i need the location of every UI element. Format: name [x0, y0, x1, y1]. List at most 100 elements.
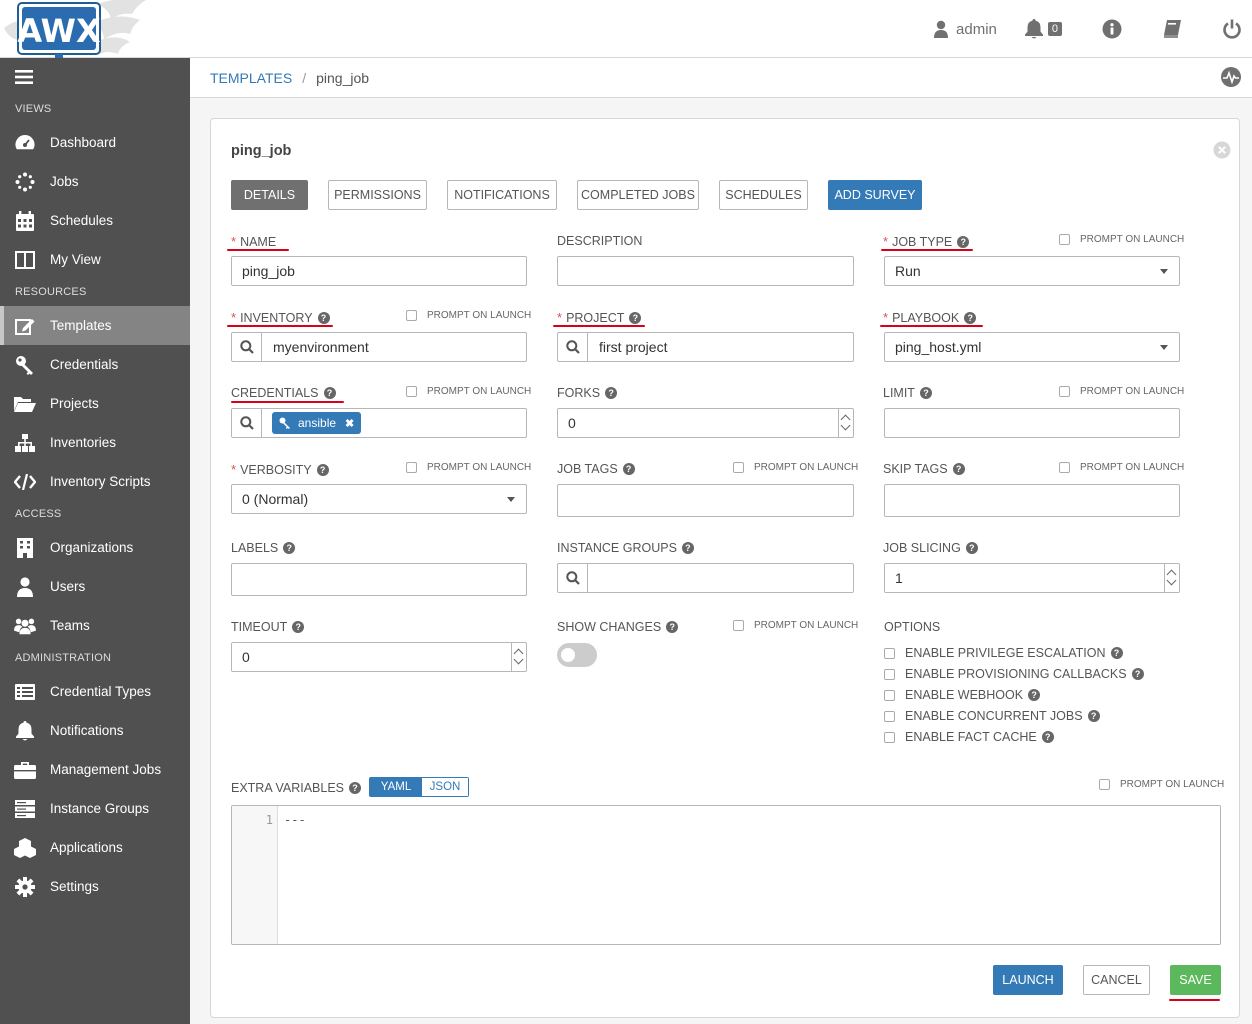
forks-spinner[interactable]	[838, 409, 853, 437]
project-lookup[interactable]: first project	[557, 332, 854, 362]
save-button[interactable]: SAVE	[1170, 965, 1221, 995]
job-tags-input[interactable]	[557, 484, 854, 517]
sidebar-item-projects[interactable]: Projects	[0, 384, 190, 423]
verbosity-select[interactable]: 0 (Normal)	[231, 484, 527, 514]
sidebar-item-teams[interactable]: Teams	[0, 606, 190, 645]
sidebar-section-resources: RESOURCES	[15, 286, 87, 298]
inventory-lookup[interactable]: myenvironment	[231, 332, 527, 362]
timeout-input[interactable]: 0	[231, 642, 527, 672]
sidebar-item-organizations[interactable]: Organizations	[0, 528, 190, 567]
sidebar-item-credential-types[interactable]: Credential Types	[0, 672, 190, 711]
credentials-prompt-on-launch[interactable]: PROMPT ON LAUNCH	[406, 386, 531, 397]
tab-permissions[interactable]: PERMISSIONS	[328, 180, 427, 210]
notifications-button[interactable]: 0	[1024, 19, 1062, 39]
awx-logo[interactable]: AWX	[0, 0, 150, 58]
playbook-select[interactable]: ping_host.yml	[884, 332, 1180, 362]
documentation-button[interactable]	[1162, 19, 1182, 39]
search-icon[interactable]	[558, 564, 588, 592]
show-changes-label: SHOW CHANGES?	[557, 620, 679, 634]
sidebar-item-inventory-scripts[interactable]: Inventory Scripts	[0, 462, 190, 501]
annotation-underline	[880, 325, 983, 327]
sidebar-item-label: My View	[50, 252, 101, 267]
yaml-mode-button[interactable]: YAML	[370, 778, 422, 796]
option-privilege-escalation[interactable]: ENABLE PRIVILEGE ESCALATION?	[884, 646, 1123, 660]
sidebar-item-credentials[interactable]: Credentials	[0, 345, 190, 384]
show-changes-prompt-on-launch[interactable]: PROMPT ON LAUNCH	[733, 620, 858, 631]
sidebar-item-label: Credentials	[50, 357, 119, 372]
search-icon[interactable]	[558, 333, 588, 361]
sidebar-item-templates[interactable]: Templates	[0, 306, 190, 345]
sidebar-item-my-view[interactable]: My View	[0, 240, 190, 279]
option-fact-cache[interactable]: ENABLE FACT CACHE?	[884, 730, 1054, 744]
tab-completed-jobs[interactable]: COMPLETED JOBS	[577, 180, 699, 210]
credential-chip[interactable]: ansible ✖	[272, 412, 362, 434]
user-menu[interactable]: admin	[934, 20, 997, 38]
tab-details[interactable]: DETAILS	[231, 180, 308, 210]
credentials-lookup[interactable]: ansible ✖	[231, 408, 527, 438]
forks-input[interactable]: 0	[557, 408, 854, 438]
job-slicing-spinner[interactable]	[1164, 564, 1179, 592]
tab-notifications[interactable]: NOTIFICATIONS	[447, 180, 557, 210]
panel-title: ping_job	[231, 143, 292, 159]
sidebar-item-users[interactable]: Users	[0, 567, 190, 606]
search-icon[interactable]	[232, 409, 262, 437]
job-type-select[interactable]: Run	[884, 256, 1180, 286]
skip-tags-prompt-on-launch[interactable]: PROMPT ON LAUNCH	[1059, 462, 1184, 473]
project-value: first project	[599, 339, 668, 355]
sidebar-item-applications[interactable]: Applications	[0, 828, 190, 867]
job-tags-prompt-on-launch[interactable]: PROMPT ON LAUNCH	[733, 462, 858, 473]
extra-variables-prompt-on-launch[interactable]: PROMPT ON LAUNCH	[1099, 779, 1224, 790]
add-survey-button[interactable]: ADD SURVEY	[828, 180, 922, 210]
remove-icon[interactable]: ✖	[345, 417, 354, 430]
sidebar-item-instance-groups[interactable]: Instance Groups	[0, 789, 190, 828]
instance-groups-lookup[interactable]	[557, 563, 854, 593]
playbook-label: * PLAYBOOK?	[883, 310, 977, 325]
sidebar-item-label: Credential Types	[50, 684, 152, 699]
close-button[interactable]	[1213, 141, 1231, 164]
launch-button[interactable]: LAUNCH	[993, 965, 1063, 995]
sidebar-item-inventories[interactable]: Inventories	[0, 423, 190, 462]
help-icon: ?	[316, 463, 329, 476]
option-concurrent-jobs[interactable]: ENABLE CONCURRENT JOBS?	[884, 709, 1100, 723]
prompt-checkbox	[406, 462, 417, 473]
help-icon: ?	[952, 463, 965, 475]
sidebar-item-label: Settings	[50, 879, 99, 894]
option-webhook[interactable]: ENABLE WEBHOOK?	[884, 688, 1041, 702]
sidebar-item-dashboard[interactable]: Dashboard	[0, 123, 190, 162]
breadcrumb-templates-link[interactable]: TEMPLATES	[210, 70, 292, 86]
sidebar-item-management-jobs[interactable]: Management Jobs	[0, 750, 190, 789]
cancel-button[interactable]: CANCEL	[1083, 965, 1150, 995]
credential-chip-label: ansible	[298, 416, 337, 430]
inventory-prompt-on-launch[interactable]: PROMPT ON LAUNCH	[406, 310, 531, 321]
sidebar-item-notifications[interactable]: Notifications	[0, 711, 190, 750]
help-icon: ?	[349, 782, 362, 794]
option-provisioning-callbacks[interactable]: ENABLE PROVISIONING CALLBACKS?	[884, 667, 1144, 681]
bell-icon	[14, 720, 36, 741]
sidebar-item-jobs[interactable]: Jobs	[0, 162, 190, 201]
sidebar-item-schedules[interactable]: Schedules	[0, 201, 190, 240]
search-icon[interactable]	[232, 333, 262, 361]
limit-prompt-on-launch[interactable]: PROMPT ON LAUNCH	[1059, 386, 1184, 397]
sidebar-item-settings[interactable]: Settings	[0, 867, 190, 906]
editor-code[interactable]: ---	[284, 813, 306, 827]
annotation-underline	[227, 325, 333, 327]
verbosity-prompt-on-launch[interactable]: PROMPT ON LAUNCH	[406, 462, 531, 473]
job-slicing-input[interactable]: 1	[884, 563, 1180, 593]
timeout-spinner[interactable]	[511, 643, 526, 671]
menu-toggle-button[interactable]	[0, 58, 190, 96]
about-button[interactable]	[1102, 19, 1122, 39]
json-mode-button[interactable]: JSON	[422, 778, 468, 796]
show-changes-toggle[interactable]	[557, 643, 597, 667]
skip-tags-input[interactable]	[884, 484, 1180, 517]
logout-button[interactable]	[1222, 19, 1242, 39]
description-label: DESCRIPTION	[557, 234, 643, 248]
tab-schedules[interactable]: SCHEDULES	[719, 180, 808, 210]
activity-stream-icon[interactable]	[1220, 66, 1242, 91]
name-input[interactable]: ping_job	[231, 256, 527, 286]
labels-input[interactable]	[231, 563, 527, 596]
job-type-prompt-on-launch[interactable]: PROMPT ON LAUNCH	[1059, 234, 1184, 245]
limit-input[interactable]	[884, 408, 1180, 438]
description-input[interactable]	[557, 256, 854, 286]
extra-variables-editor[interactable]: 1 ---	[231, 805, 1221, 945]
job-template-form-panel: ping_job DETAILS PERMISSIONS NOTIFICATIO…	[210, 118, 1240, 1018]
